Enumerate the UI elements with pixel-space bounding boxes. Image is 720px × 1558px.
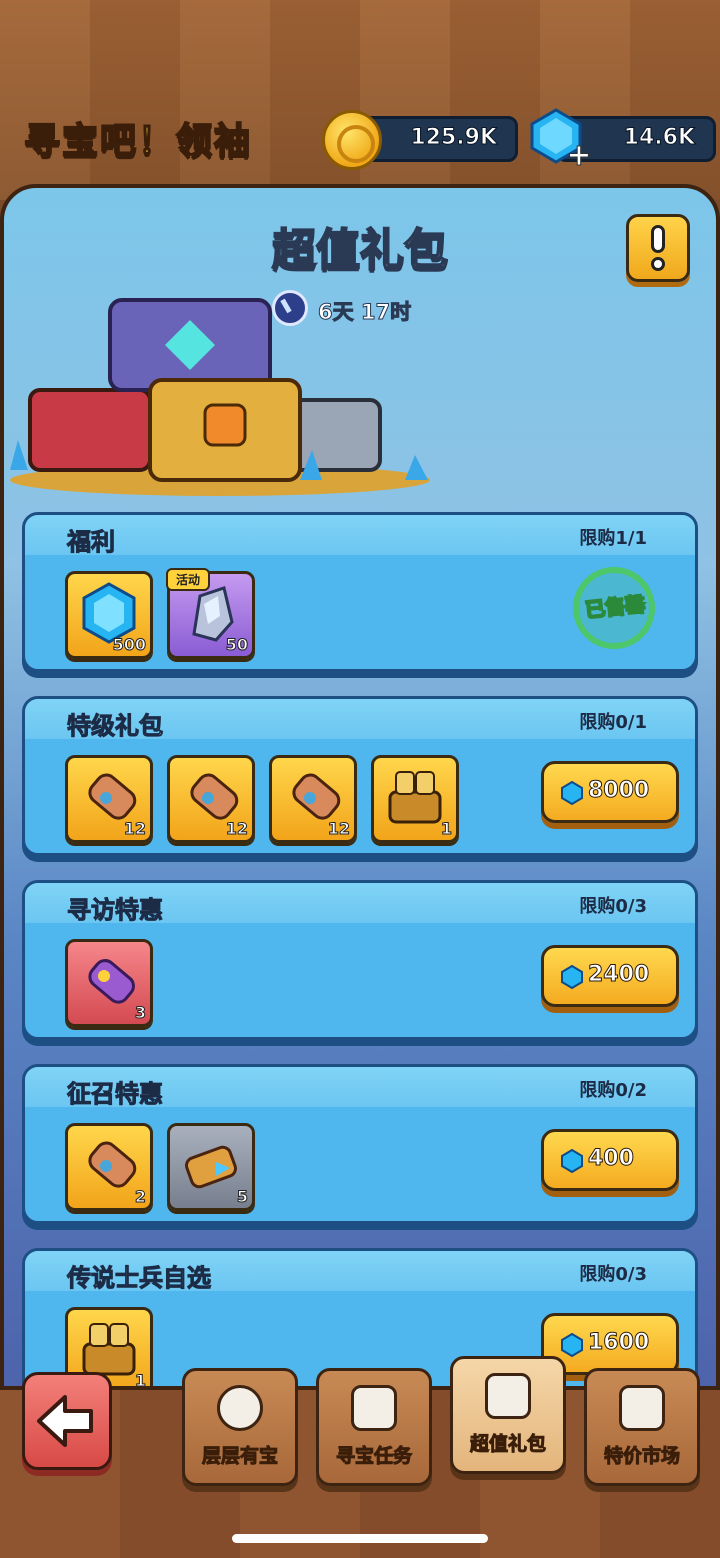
gift-box-icon xyxy=(485,1373,531,1419)
price-value: 2400 xyxy=(587,962,650,988)
item-slot[interactable]: 1 xyxy=(371,755,459,843)
shop-icon xyxy=(619,1385,665,1431)
tab-layered-treasure[interactable]: 层层有宝 xyxy=(182,1368,298,1486)
gem-icon xyxy=(561,965,583,989)
price-value: 1600 xyxy=(587,1330,650,1356)
item-slot[interactable]: 5 xyxy=(167,1123,255,1211)
item-qty: 50 xyxy=(225,635,248,655)
star-badge-icon xyxy=(217,1385,263,1431)
coin-value: 125.9K xyxy=(410,125,498,151)
item-slot[interactable]: 12 xyxy=(65,755,153,843)
clock-icon xyxy=(272,290,308,326)
item-slot[interactable]: 3 xyxy=(65,939,153,1027)
item-qty: 5 xyxy=(236,1187,248,1207)
item-qty: 12 xyxy=(123,819,146,839)
pack-limit: 限购0/3 xyxy=(579,896,647,917)
add-gems-button[interactable]: + xyxy=(564,140,594,172)
tab-label: 寻宝任务 xyxy=(335,1445,412,1468)
item-qty: 1 xyxy=(440,819,452,839)
event-tag: 活动 xyxy=(166,568,211,591)
gem-value: 14.6K xyxy=(623,125,695,151)
price-value: 8000 xyxy=(587,778,650,804)
item-qty: 3 xyxy=(134,1003,146,1023)
buy-button[interactable]: 8000 xyxy=(541,761,679,823)
tab-label: 超值礼包 xyxy=(469,1433,546,1456)
back-arrow-icon xyxy=(37,1395,93,1447)
buy-button[interactable]: 2400 xyxy=(541,945,679,1007)
price-value: 400 xyxy=(588,1146,635,1172)
pack-limit: 限购0/2 xyxy=(579,1080,647,1101)
item-qty: 12 xyxy=(327,819,350,839)
gem-icon xyxy=(561,1333,583,1357)
pack-card-welfare: 福利 限购1/1 500 活动 50 已售罄 xyxy=(22,512,698,672)
gem-icon xyxy=(561,1149,583,1173)
pack-name: 寻访特惠 xyxy=(67,896,164,925)
sold-out-text: 已售罄 xyxy=(583,591,647,623)
pack-name: 传说士兵自选 xyxy=(67,1264,212,1293)
item-qty: 12 xyxy=(225,819,248,839)
buy-button[interactable]: 400 xyxy=(541,1129,679,1191)
panel-title: 超值礼包 xyxy=(271,224,449,277)
item-slot[interactable]: 活动 50 xyxy=(166,568,255,659)
pack-limit: 限购1/1 xyxy=(579,528,647,549)
tab-treasure-quests[interactable]: 寻宝任务 xyxy=(316,1368,432,1486)
tab-label: 特价市场 xyxy=(603,1445,680,1468)
game-title: 寻宝吧！领袖 xyxy=(23,120,253,163)
home-indicator[interactable] xyxy=(232,1534,488,1543)
gem-icon xyxy=(561,781,583,805)
pack-card-visit: 寻访特惠 限购0/3 3 2400 xyxy=(22,880,698,1040)
tab-special-market[interactable]: 特价市场 xyxy=(584,1368,700,1486)
clipboard-icon xyxy=(351,1385,397,1431)
pack-name: 特级礼包 xyxy=(67,712,164,741)
pack-limit: 限购0/1 xyxy=(579,712,647,733)
tab-label: 层层有宝 xyxy=(201,1445,278,1468)
item-slot[interactable]: 12 xyxy=(269,755,357,843)
top-bar xyxy=(0,0,720,200)
item-qty: 500 xyxy=(112,635,146,655)
pack-name: 征召特惠 xyxy=(67,1080,164,1109)
item-slot[interactable]: 2 xyxy=(65,1123,153,1211)
pack-card-recruit: 征召特惠 限购0/2 2 5 400 xyxy=(22,1064,698,1224)
item-slot[interactable]: 500 xyxy=(65,571,153,659)
pack-card-premium: 特级礼包 限购0/1 12 12 12 1 8000 xyxy=(22,696,698,856)
coin-icon xyxy=(322,110,382,170)
item-qty: 2 xyxy=(134,1187,146,1207)
back-button[interactable] xyxy=(22,1372,112,1470)
item-slot[interactable]: 12 xyxy=(167,755,255,843)
tab-value-packs[interactable]: 超值礼包 xyxy=(450,1356,566,1474)
sold-out-stamp: 已售罄 xyxy=(573,567,655,649)
info-button[interactable] xyxy=(626,214,690,282)
pack-limit: 限购0/3 xyxy=(579,1264,647,1285)
pack-name: 福利 xyxy=(67,528,116,557)
timer-text: 6天 17时 xyxy=(317,300,412,325)
